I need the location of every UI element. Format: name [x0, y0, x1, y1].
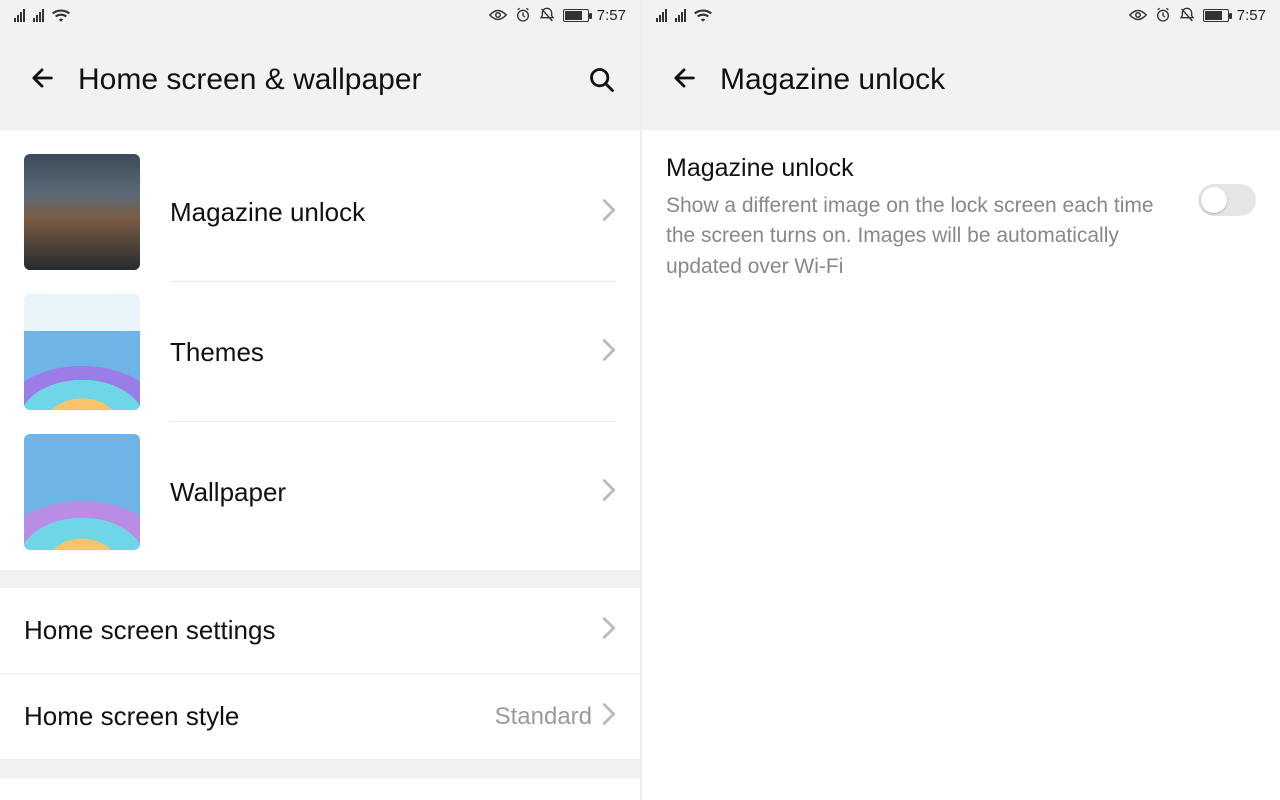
phone-right: 7:57 Magazine unlock Magazine unlock Sho… [640, 0, 1280, 800]
back-icon[interactable] [670, 64, 698, 97]
more-list: Lock screen signature [0, 778, 640, 800]
back-icon[interactable] [28, 64, 56, 97]
list-item-label: Themes [170, 337, 602, 368]
list-item-wallpaper[interactable]: Wallpaper [0, 422, 640, 562]
clock-text: 7:57 [597, 7, 626, 24]
setting-description: Show a different image on the lock scree… [666, 191, 1184, 282]
toggle-magazine-unlock[interactable] [1198, 184, 1256, 216]
phone-left: 7:57 Home screen & wallpaper Magazine un… [0, 0, 640, 800]
eye-comfort-icon [1129, 8, 1147, 22]
list-item-label: Wallpaper [170, 477, 602, 508]
page-title: Magazine unlock [720, 63, 1200, 97]
settings-list: Home screen settings Home screen style S… [0, 588, 640, 760]
signal-icon-2 [675, 8, 686, 22]
setting-title: Magazine unlock [666, 154, 1184, 183]
app-bar: Magazine unlock [642, 30, 1280, 130]
list-item-label: Magazine unlock [170, 197, 602, 228]
wifi-icon [694, 8, 712, 22]
search-icon[interactable] [582, 66, 622, 94]
setting-row-magazine-unlock: Magazine unlock Show a different image o… [642, 130, 1280, 282]
chevron-right-icon [602, 616, 616, 645]
signal-icon [14, 8, 25, 22]
list-item-home-screen-settings[interactable]: Home screen settings [0, 588, 640, 674]
eye-comfort-icon [489, 8, 507, 22]
list-item-themes[interactable]: Themes [0, 282, 640, 422]
status-bar: 7:57 [0, 0, 640, 30]
section-divider [0, 570, 640, 588]
battery-icon [1203, 9, 1229, 22]
app-bar: Home screen & wallpaper [0, 30, 640, 130]
status-bar: 7:57 [642, 0, 1280, 30]
thumbnail [24, 434, 140, 550]
thumbnail [24, 154, 140, 270]
list-item-value: Standard [495, 703, 592, 731]
page-title: Home screen & wallpaper [78, 63, 560, 97]
alarm-icon [1155, 7, 1171, 23]
battery-icon [563, 9, 589, 22]
clock-text: 7:57 [1237, 7, 1266, 24]
list-item-magazine-unlock[interactable]: Magazine unlock [0, 142, 640, 282]
list-item-home-screen-style[interactable]: Home screen style Standard [0, 674, 640, 760]
wifi-icon [52, 8, 70, 22]
chevron-right-icon [602, 702, 616, 731]
dnd-icon [1179, 7, 1195, 23]
thumbnail-list: Magazine unlock Themes Wallpaper [0, 130, 640, 570]
signal-icon-2 [33, 8, 44, 22]
chevron-right-icon [602, 478, 616, 507]
alarm-icon [515, 7, 531, 23]
list-item-label: Home screen settings [24, 615, 602, 646]
chevron-right-icon [602, 338, 616, 367]
dnd-icon [539, 7, 555, 23]
list-item-lock-screen-signature[interactable]: Lock screen signature [0, 778, 640, 800]
thumbnail [24, 294, 140, 410]
chevron-right-icon [602, 198, 616, 227]
list-item-label: Home screen style [24, 701, 495, 732]
signal-icon [656, 8, 667, 22]
section-divider [0, 760, 640, 778]
